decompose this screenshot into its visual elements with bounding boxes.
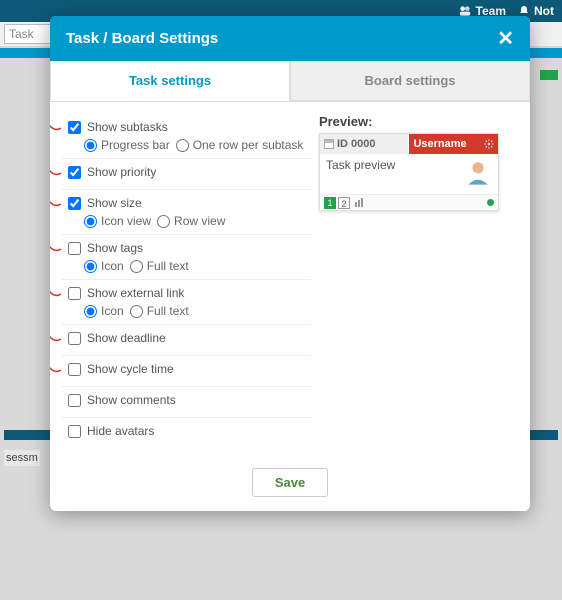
card-footer: 1 2 xyxy=(320,194,498,210)
checkbox-show-deadline[interactable]: Show deadline xyxy=(68,331,311,345)
size-badge-1: 1 xyxy=(324,197,336,209)
card-body-text: Task preview xyxy=(326,158,395,172)
radio-subtasks-one-row[interactable]: One row per subtask xyxy=(176,138,304,152)
setting-hide-avatars: Hide avatars xyxy=(62,417,311,448)
radio-size-row-view[interactable]: Row view xyxy=(157,214,225,228)
checkbox-show-priority[interactable]: Show priority xyxy=(68,165,311,179)
task-card-preview: ID 0000 Username Task preview 1 2 xyxy=(319,133,499,211)
annotation-mark-icon xyxy=(50,333,62,343)
annotation-mark-icon xyxy=(50,288,62,298)
preview-panel: Preview: ID 0000 Username Task preview xyxy=(311,114,516,448)
tab-task-settings[interactable]: Task settings xyxy=(50,61,290,101)
tab-board-settings[interactable]: Board settings xyxy=(290,61,530,101)
settings-list: Show subtasks Progress bar One row per s… xyxy=(50,114,311,448)
radio-extlink-full-text[interactable]: Full text xyxy=(130,304,189,318)
checkbox-show-comments[interactable]: Show comments xyxy=(68,393,311,407)
gear-icon[interactable] xyxy=(484,139,494,149)
setting-subtasks: Show subtasks Progress bar One row per s… xyxy=(62,114,311,158)
size-badge-2: 2 xyxy=(338,197,350,209)
setting-size: Show size Icon view Row view xyxy=(62,189,311,234)
annotation-mark-icon xyxy=(50,364,62,374)
checkbox-show-tags[interactable]: Show tags xyxy=(68,241,311,255)
row-label: sessm xyxy=(4,450,40,466)
notif-label: Not xyxy=(534,4,554,18)
checkbox-hide-avatars[interactable]: Hide avatars xyxy=(68,424,311,438)
annotation-mark-icon xyxy=(50,198,62,208)
settings-modal: Task / Board Settings ✕ Task settings Bo… xyxy=(50,16,530,511)
checkbox-show-size[interactable]: Show size xyxy=(68,196,311,210)
radio-extlink-icon[interactable]: Icon xyxy=(84,304,124,318)
card-id: ID 0000 xyxy=(320,134,410,154)
radio-size-icon-view[interactable]: Icon view xyxy=(84,214,151,228)
close-icon[interactable]: ✕ xyxy=(497,26,514,51)
setting-cycle-time: Show cycle time xyxy=(62,355,311,386)
modal-header: Task / Board Settings ✕ xyxy=(50,16,530,61)
setting-tags: Show tags Icon Full text xyxy=(62,234,311,279)
status-dot-icon xyxy=(487,199,494,206)
radio-tags-full-text[interactable]: Full text xyxy=(130,259,189,273)
preview-label: Preview: xyxy=(319,114,516,129)
checkbox-show-subtasks[interactable]: Show subtasks xyxy=(68,120,311,134)
setting-comments: Show comments xyxy=(62,386,311,417)
save-button[interactable]: Save xyxy=(252,468,328,497)
setting-external-link: Show external link Icon Full text xyxy=(62,279,311,324)
checkbox-show-external-link[interactable]: Show external link xyxy=(68,286,311,300)
board-column-green xyxy=(540,70,558,80)
setting-deadline: Show deadline xyxy=(62,324,311,355)
annotation-mark-icon xyxy=(50,167,62,177)
checkbox-show-cycle-time[interactable]: Show cycle time xyxy=(68,362,311,376)
setting-priority: Show priority xyxy=(62,158,311,189)
avatar-icon xyxy=(464,158,492,189)
tab-bar: Task settings Board settings xyxy=(50,61,530,102)
search-input[interactable]: Task xyxy=(4,24,54,44)
radio-subtasks-progress-bar[interactable]: Progress bar xyxy=(84,138,170,152)
annotation-mark-icon xyxy=(50,243,62,253)
card-username: Username xyxy=(409,134,498,154)
annotation-mark-icon xyxy=(50,122,62,132)
radio-tags-icon[interactable]: Icon xyxy=(84,259,124,273)
modal-title: Task / Board Settings xyxy=(66,30,218,47)
priority-icon xyxy=(355,198,363,207)
calendar-icon xyxy=(324,139,334,149)
